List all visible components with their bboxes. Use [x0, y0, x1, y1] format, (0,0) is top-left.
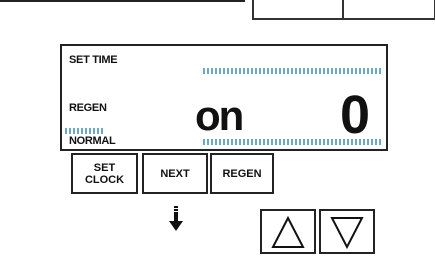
triangle-up-icon	[271, 215, 305, 248]
time-indicator-top	[203, 68, 381, 74]
normal-indicator	[65, 128, 105, 134]
down-button[interactable]	[319, 209, 375, 254]
normal-label: NORMAL	[69, 135, 116, 147]
regen-button[interactable]: REGEN	[210, 153, 274, 194]
set-time-label: SET TIME	[69, 54, 118, 66]
mode-text: on	[195, 92, 244, 139]
time-indicator-bottom	[203, 139, 381, 145]
regen-label: REGEN	[69, 102, 107, 114]
set-clock-button[interactable]: SET CLOCK	[71, 153, 138, 194]
triangle-down-icon	[330, 217, 364, 250]
top-divider	[0, 0, 245, 2]
down-arrow-icon	[169, 206, 183, 231]
top-right-button[interactable]	[342, 0, 435, 20]
up-button[interactable]	[260, 209, 316, 254]
lcd-display: SET TIME REGEN on 0 NORMAL	[60, 44, 388, 151]
mode-digit: 0	[340, 85, 371, 145]
top-left-button[interactable]	[252, 0, 344, 20]
next-button[interactable]: NEXT	[142, 153, 208, 194]
